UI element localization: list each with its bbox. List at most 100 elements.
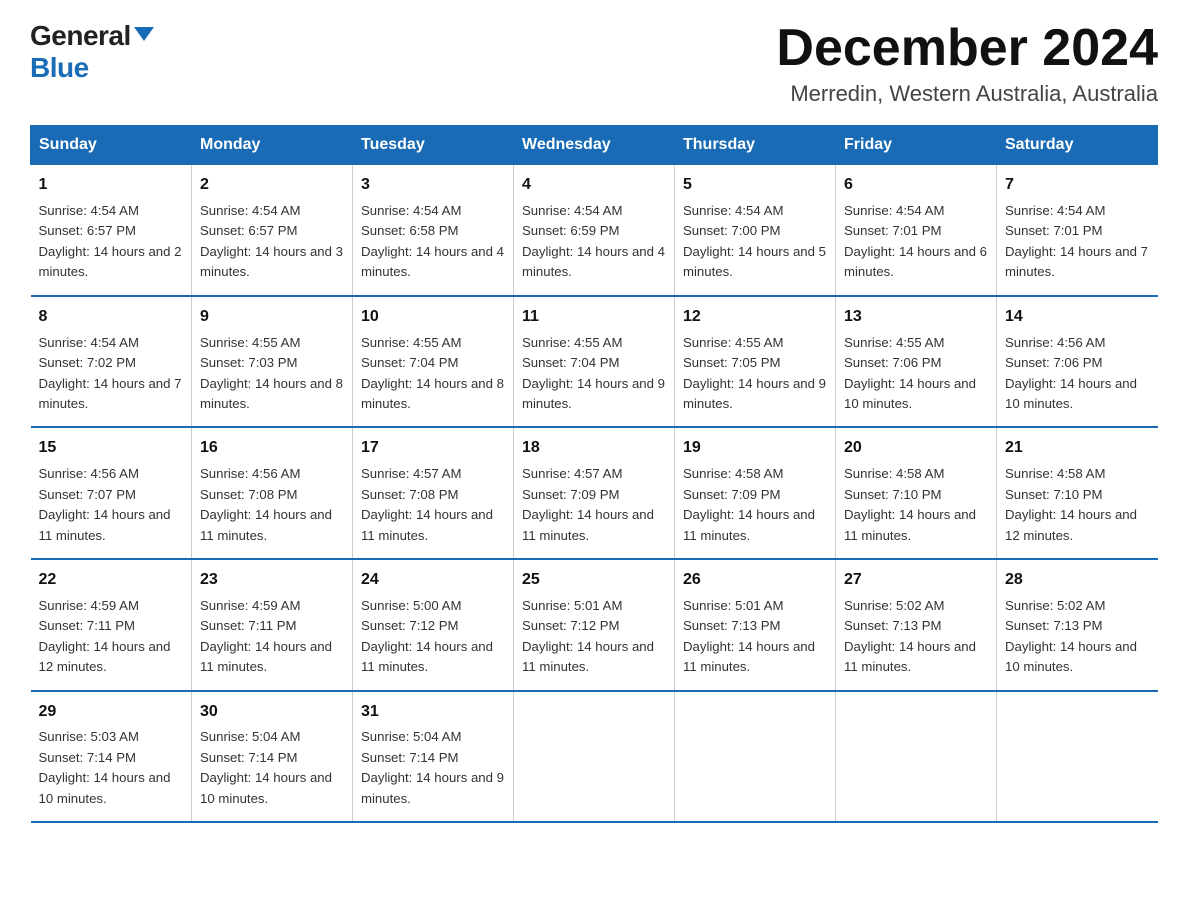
- day-number: 23: [200, 568, 344, 593]
- cell-info: Sunrise: 4:59 AMSunset: 7:11 PMDaylight:…: [39, 596, 184, 678]
- calendar-cell: 26 Sunrise: 5:01 AMSunset: 7:13 PMDayligh…: [675, 559, 836, 691]
- day-number: 8: [39, 305, 184, 330]
- month-title: December 2024: [776, 20, 1158, 77]
- day-number: 13: [844, 305, 988, 330]
- calendar-cell: 21 Sunrise: 4:58 AMSunset: 7:10 PMDayligh…: [997, 427, 1158, 559]
- day-number: 31: [361, 700, 505, 725]
- calendar-header-row: SundayMondayTuesdayWednesdayThursdayFrid…: [31, 126, 1158, 165]
- calendar-cell: 8 Sunrise: 4:54 AMSunset: 7:02 PMDaylight…: [31, 296, 192, 428]
- day-number: 25: [522, 568, 666, 593]
- day-number: 6: [844, 173, 988, 198]
- calendar-cell: 18 Sunrise: 4:57 AMSunset: 7:09 PMDayligh…: [514, 427, 675, 559]
- col-header-sunday: Sunday: [31, 126, 192, 165]
- logo: General Blue: [30, 20, 154, 84]
- calendar-cell: 19 Sunrise: 4:58 AMSunset: 7:09 PMDayligh…: [675, 427, 836, 559]
- day-number: 19: [683, 436, 827, 461]
- day-number: 30: [200, 700, 344, 725]
- calendar-cell: 24 Sunrise: 5:00 AMSunset: 7:12 PMDayligh…: [353, 559, 514, 691]
- calendar-cell: [997, 691, 1158, 823]
- col-header-tuesday: Tuesday: [353, 126, 514, 165]
- calendar-table: SundayMondayTuesdayWednesdayThursdayFrid…: [30, 125, 1158, 823]
- cell-info: Sunrise: 4:58 AMSunset: 7:09 PMDaylight:…: [683, 464, 827, 546]
- calendar-cell: 11 Sunrise: 4:55 AMSunset: 7:04 PMDayligh…: [514, 296, 675, 428]
- calendar-cell: 30Sunrise: 5:04 AMSunset: 7:14 PMDayligh…: [192, 691, 353, 823]
- cell-info: Sunrise: 5:03 AMSunset: 7:14 PMDaylight:…: [39, 727, 184, 809]
- calendar-cell: 7 Sunrise: 4:54 AMSunset: 7:01 PMDaylight…: [997, 165, 1158, 296]
- cell-info: Sunrise: 4:55 AMSunset: 7:04 PMDaylight:…: [522, 333, 666, 415]
- day-number: 29: [39, 700, 184, 725]
- calendar-cell: 2 Sunrise: 4:54 AMSunset: 6:57 PMDaylight…: [192, 165, 353, 296]
- day-number: 4: [522, 173, 666, 198]
- calendar-cell: 28Sunrise: 5:02 AMSunset: 7:13 PMDayligh…: [997, 559, 1158, 691]
- day-number: 15: [39, 436, 184, 461]
- day-number: 12: [683, 305, 827, 330]
- cell-info: Sunrise: 4:56 AMSunset: 7:08 PMDaylight:…: [200, 464, 344, 546]
- calendar-cell: 10Sunrise: 4:55 AMSunset: 7:04 PMDayligh…: [353, 296, 514, 428]
- calendar-cell: 29Sunrise: 5:03 AMSunset: 7:14 PMDayligh…: [31, 691, 192, 823]
- logo-triangle-icon: [134, 27, 154, 41]
- cell-info: Sunrise: 4:55 AMSunset: 7:03 PMDaylight:…: [200, 333, 344, 415]
- cell-info: Sunrise: 4:54 AMSunset: 6:58 PMDaylight:…: [361, 201, 505, 283]
- calendar-week-row: 15 Sunrise: 4:56 AMSunset: 7:07 PMDayligh…: [31, 427, 1158, 559]
- day-number: 21: [1005, 436, 1150, 461]
- day-number: 9: [200, 305, 344, 330]
- cell-info: Sunrise: 4:58 AMSunset: 7:10 PMDaylight:…: [1005, 464, 1150, 546]
- cell-info: Sunrise: 4:54 AMSunset: 6:59 PMDaylight:…: [522, 201, 666, 283]
- cell-info: Sunrise: 4:56 AMSunset: 7:07 PMDaylight:…: [39, 464, 184, 546]
- cell-info: Sunrise: 4:54 AMSunset: 7:02 PMDaylight:…: [39, 333, 184, 415]
- day-number: 3: [361, 173, 505, 198]
- day-number: 2: [200, 173, 344, 198]
- cell-info: Sunrise: 4:54 AMSunset: 7:01 PMDaylight:…: [1005, 201, 1150, 283]
- calendar-week-row: 8 Sunrise: 4:54 AMSunset: 7:02 PMDaylight…: [31, 296, 1158, 428]
- cell-info: Sunrise: 4:54 AMSunset: 6:57 PMDaylight:…: [39, 201, 184, 283]
- day-number: 20: [844, 436, 988, 461]
- cell-info: Sunrise: 5:02 AMSunset: 7:13 PMDaylight:…: [844, 596, 988, 678]
- cell-info: Sunrise: 4:54 AMSunset: 7:00 PMDaylight:…: [683, 201, 827, 283]
- day-number: 10: [361, 305, 505, 330]
- calendar-cell: 31Sunrise: 5:04 AMSunset: 7:14 PMDayligh…: [353, 691, 514, 823]
- cell-info: Sunrise: 5:01 AMSunset: 7:13 PMDaylight:…: [683, 596, 827, 678]
- cell-info: Sunrise: 5:00 AMSunset: 7:12 PMDaylight:…: [361, 596, 505, 678]
- day-number: 1: [39, 173, 184, 198]
- cell-info: Sunrise: 4:57 AMSunset: 7:09 PMDaylight:…: [522, 464, 666, 546]
- day-number: 16: [200, 436, 344, 461]
- calendar-cell: [836, 691, 997, 823]
- calendar-cell: 5 Sunrise: 4:54 AMSunset: 7:00 PMDaylight…: [675, 165, 836, 296]
- cell-info: Sunrise: 4:56 AMSunset: 7:06 PMDaylight:…: [1005, 333, 1150, 415]
- day-number: 5: [683, 173, 827, 198]
- day-number: 7: [1005, 173, 1150, 198]
- logo-blue-text: Blue: [30, 52, 89, 83]
- cell-info: Sunrise: 5:02 AMSunset: 7:13 PMDaylight:…: [1005, 596, 1150, 678]
- calendar-cell: 9 Sunrise: 4:55 AMSunset: 7:03 PMDaylight…: [192, 296, 353, 428]
- calendar-cell: 20 Sunrise: 4:58 AMSunset: 7:10 PMDayligh…: [836, 427, 997, 559]
- cell-info: Sunrise: 4:54 AMSunset: 6:57 PMDaylight:…: [200, 201, 344, 283]
- calendar-cell: [675, 691, 836, 823]
- day-number: 24: [361, 568, 505, 593]
- cell-info: Sunrise: 5:04 AMSunset: 7:14 PMDaylight:…: [361, 727, 505, 809]
- cell-info: Sunrise: 4:59 AMSunset: 7:11 PMDaylight:…: [200, 596, 344, 678]
- logo-general-text: General: [30, 20, 131, 52]
- day-number: 14: [1005, 305, 1150, 330]
- calendar-cell: 25 Sunrise: 5:01 AMSunset: 7:12 PMDayligh…: [514, 559, 675, 691]
- calendar-cell: 4 Sunrise: 4:54 AMSunset: 6:59 PMDaylight…: [514, 165, 675, 296]
- cell-info: Sunrise: 4:55 AMSunset: 7:05 PMDaylight:…: [683, 333, 827, 415]
- calendar-week-row: 22Sunrise: 4:59 AMSunset: 7:11 PMDayligh…: [31, 559, 1158, 691]
- cell-info: Sunrise: 4:57 AMSunset: 7:08 PMDaylight:…: [361, 464, 505, 546]
- calendar-cell: 3 Sunrise: 4:54 AMSunset: 6:58 PMDaylight…: [353, 165, 514, 296]
- col-header-wednesday: Wednesday: [514, 126, 675, 165]
- day-number: 26: [683, 568, 827, 593]
- cell-info: Sunrise: 4:54 AMSunset: 7:01 PMDaylight:…: [844, 201, 988, 283]
- day-number: 18: [522, 436, 666, 461]
- calendar-cell: 16 Sunrise: 4:56 AMSunset: 7:08 PMDayligh…: [192, 427, 353, 559]
- cell-info: Sunrise: 4:58 AMSunset: 7:10 PMDaylight:…: [844, 464, 988, 546]
- calendar-cell: 22Sunrise: 4:59 AMSunset: 7:11 PMDayligh…: [31, 559, 192, 691]
- calendar-cell: 17Sunrise: 4:57 AMSunset: 7:08 PMDayligh…: [353, 427, 514, 559]
- calendar-week-row: 1 Sunrise: 4:54 AMSunset: 6:57 PMDaylight…: [31, 165, 1158, 296]
- day-number: 27: [844, 568, 988, 593]
- calendar-cell: 6 Sunrise: 4:54 AMSunset: 7:01 PMDaylight…: [836, 165, 997, 296]
- calendar-cell: 13Sunrise: 4:55 AMSunset: 7:06 PMDayligh…: [836, 296, 997, 428]
- cell-info: Sunrise: 5:01 AMSunset: 7:12 PMDaylight:…: [522, 596, 666, 678]
- title-block: December 2024 Merredin, Western Australi…: [776, 20, 1158, 107]
- calendar-cell: 12 Sunrise: 4:55 AMSunset: 7:05 PMDayligh…: [675, 296, 836, 428]
- day-number: 11: [522, 305, 666, 330]
